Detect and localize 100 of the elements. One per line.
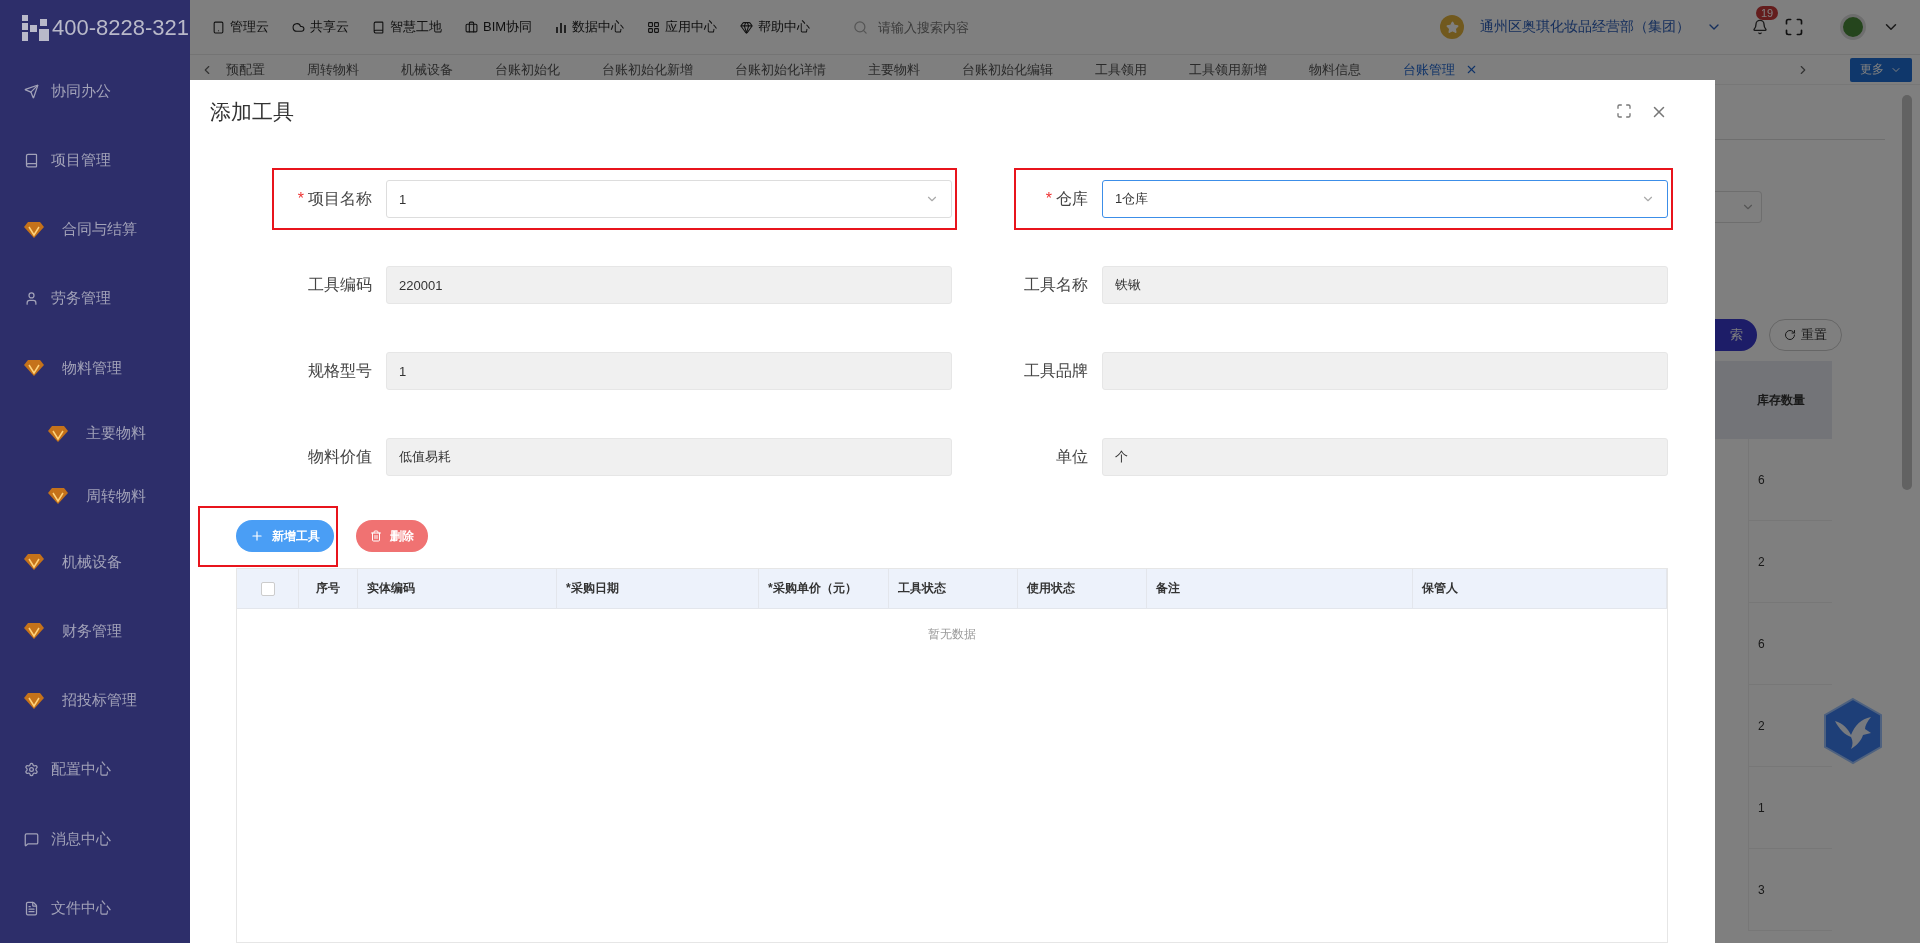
gem-icon <box>24 553 44 572</box>
field-label: 规格型号 <box>307 360 372 381</box>
tablet-icon <box>212 20 225 34</box>
more-button[interactable]: 更多 <box>1850 57 1912 82</box>
message-icon <box>24 831 39 847</box>
page-tab[interactable]: 物料信息 <box>1309 60 1361 79</box>
table-cell: 6 <box>1748 439 1832 521</box>
sidebar-item[interactable]: 项目管理 <box>51 150 111 170</box>
sidebar-item[interactable]: 主要物料 <box>86 424 146 444</box>
fullscreen-icon[interactable] <box>1616 103 1632 119</box>
input-field[interactable]: 铁锹 <box>1102 266 1668 304</box>
input-field[interactable] <box>1102 352 1668 390</box>
column-header: 工具状态 <box>889 569 1018 608</box>
bird-logo-icon[interactable] <box>1821 697 1885 765</box>
settings-icon <box>24 762 39 778</box>
close-icon[interactable] <box>1465 63 1478 76</box>
fullscreen-icon[interactable] <box>1784 17 1804 37</box>
column-header: 实体编码 <box>358 569 557 608</box>
input-field[interactable]: 个 <box>1102 438 1668 476</box>
column-header: 序号 <box>299 569 358 608</box>
sidebar-item[interactable]: 合同与结算 <box>62 220 137 240</box>
scrollbar[interactable] <box>1902 95 1912 490</box>
field-label: 工具名称 <box>1023 274 1088 295</box>
sidebar-item[interactable]: 物料管理 <box>62 358 122 378</box>
table-cell: 2 <box>1748 521 1832 603</box>
page-tab[interactable]: 主要物料 <box>868 60 920 79</box>
gem-icon <box>48 424 68 443</box>
page-tab[interactable]: 工具领用 <box>1095 60 1147 79</box>
select-field[interactable]: 1 <box>386 180 952 218</box>
document-icon <box>24 900 39 916</box>
sidebar-item[interactable]: 机械设备 <box>62 552 122 572</box>
bar-chart-icon <box>555 21 568 33</box>
nav-link[interactable]: 智慧工地 <box>390 18 442 36</box>
search-icon <box>853 19 869 35</box>
sidebar-item[interactable]: 消息中心 <box>51 829 111 849</box>
column-header: *采购日期 <box>557 569 759 608</box>
nav-link[interactable]: BIM协同 <box>483 18 533 36</box>
bell-icon[interactable] <box>1752 19 1768 35</box>
sidebar-item[interactable]: 招投标管理 <box>62 691 137 711</box>
avatar[interactable] <box>1840 14 1866 40</box>
checkbox[interactable] <box>260 581 275 596</box>
sidebar-item[interactable]: 劳务管理 <box>51 289 111 309</box>
page-tab[interactable]: 台账初始化编辑 <box>962 60 1053 79</box>
input-field[interactable]: 低值易耗 <box>386 438 952 476</box>
select-field[interactable]: 1仓库 <box>1102 180 1668 218</box>
column-header: 使用状态 <box>1018 569 1147 608</box>
page-tab[interactable]: 台账初始化新增 <box>602 60 693 79</box>
empty-message: 暂无数据 <box>928 627 976 641</box>
notification-badge: 19 <box>1756 6 1779 20</box>
table-cell: 6 <box>1748 603 1832 685</box>
nav-link[interactable]: 共享云 <box>310 18 349 36</box>
field-label: 物料价值 <box>307 446 372 467</box>
page-tab[interactable]: 台账管理 <box>1403 60 1455 79</box>
page-tab[interactable]: 工具领用新增 <box>1189 60 1267 79</box>
gem-icon <box>24 691 44 710</box>
gem-icon <box>740 20 754 34</box>
sidebar-item[interactable]: 配置中心 <box>51 760 111 780</box>
dialog-title: 添加工具 <box>210 99 294 125</box>
sidebar-item[interactable]: 周转物料 <box>86 486 146 506</box>
sidebar-item[interactable]: 协同办公 <box>51 81 111 101</box>
gem-icon <box>24 622 44 641</box>
briefcase-icon <box>465 20 478 34</box>
nav-link[interactable]: 帮助中心 <box>758 18 811 36</box>
add-button[interactable]: 新增工具 <box>236 520 334 552</box>
star-logo-icon <box>1440 15 1464 39</box>
nav-link[interactable]: 数据中心 <box>572 18 625 36</box>
field-label: * 仓库 <box>1044 188 1088 209</box>
reset-button[interactable]: 重置 <box>1769 319 1842 351</box>
input-field[interactable]: 1 <box>386 352 952 390</box>
phone-number: 400-8228-321 <box>52 15 189 42</box>
send-icon <box>24 83 39 99</box>
page-tab[interactable]: 预配置 <box>226 60 265 79</box>
input-field[interactable]: 220001 <box>386 266 952 304</box>
org-name[interactable]: 通州区奥琪化妆品经营部（集团） <box>1480 18 1690 36</box>
user-icon <box>24 291 39 307</box>
trash-icon <box>370 530 382 542</box>
column-header: 库存数量 <box>1715 361 1832 439</box>
page-tab[interactable]: 台账初始化详情 <box>735 60 826 79</box>
gem-icon <box>24 359 44 378</box>
book-icon <box>24 152 39 168</box>
cloud-icon <box>292 20 305 34</box>
sidebar-item[interactable]: 文件中心 <box>51 898 111 918</box>
delete-button[interactable]: 删除 <box>356 520 428 552</box>
page-tab[interactable]: 台账初始化 <box>495 60 560 79</box>
table-cell: 3 <box>1748 849 1832 931</box>
field-label: * 项目名称 <box>296 188 372 209</box>
gem-icon <box>48 487 68 506</box>
search-field[interactable]: 请输入搜索内容 <box>876 18 1097 36</box>
column-header: 保管人 <box>1413 569 1667 608</box>
nav-link[interactable]: 应用中心 <box>665 18 718 36</box>
search-button[interactable]: 索 <box>1715 319 1757 351</box>
gem-icon <box>24 220 44 239</box>
page-tab[interactable]: 周转物料 <box>307 60 359 79</box>
sidebar-item[interactable]: 财务管理 <box>62 621 122 641</box>
book-icon <box>372 20 385 34</box>
field-label: 单位 <box>1055 446 1088 467</box>
column-header: *采购单价（元） <box>759 569 889 608</box>
field-label: 工具品牌 <box>1023 360 1088 381</box>
page-tab[interactable]: 机械设备 <box>401 60 453 79</box>
nav-link[interactable]: 管理云 <box>230 18 269 36</box>
